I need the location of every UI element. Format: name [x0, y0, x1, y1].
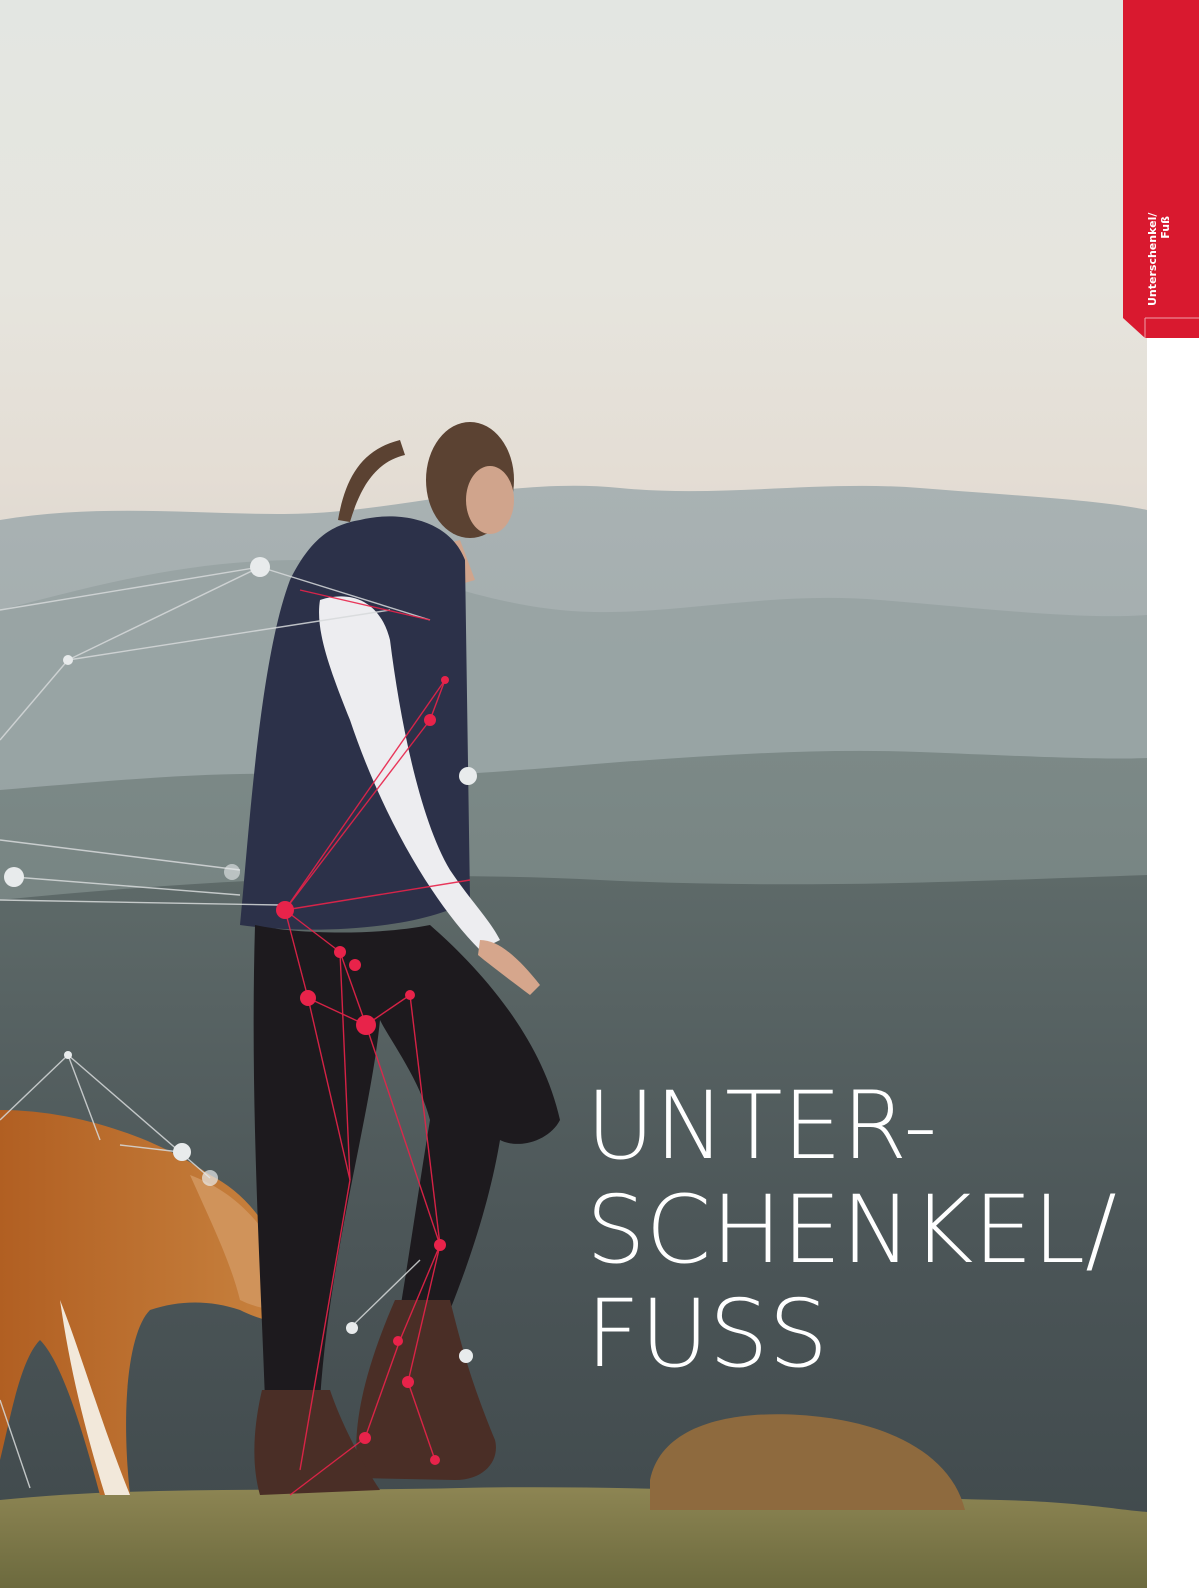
- headline-line1: UNTER-: [586, 1072, 938, 1181]
- chapter-tab-label: Unterschenkel/ Fuß: [1146, 212, 1186, 306]
- grass-ground: [0, 1487, 1147, 1588]
- chapter-tab-label-line1: Unterschenkel/: [1146, 212, 1159, 306]
- chapter-headline: UNTER- SCHENKEL/ FUSS: [586, 1072, 1117, 1389]
- headline-line2: SCHENKEL/: [586, 1176, 1117, 1285]
- page: Unterschenkel/ Fuß UNTER- SCHENKEL/ FUSS: [0, 0, 1199, 1588]
- chapter-tab-label-line2: Fuß: [1159, 216, 1172, 239]
- chapter-tab: Unterschenkel/ Fuß: [1123, 0, 1199, 338]
- headline-line3: FUSS: [586, 1280, 829, 1389]
